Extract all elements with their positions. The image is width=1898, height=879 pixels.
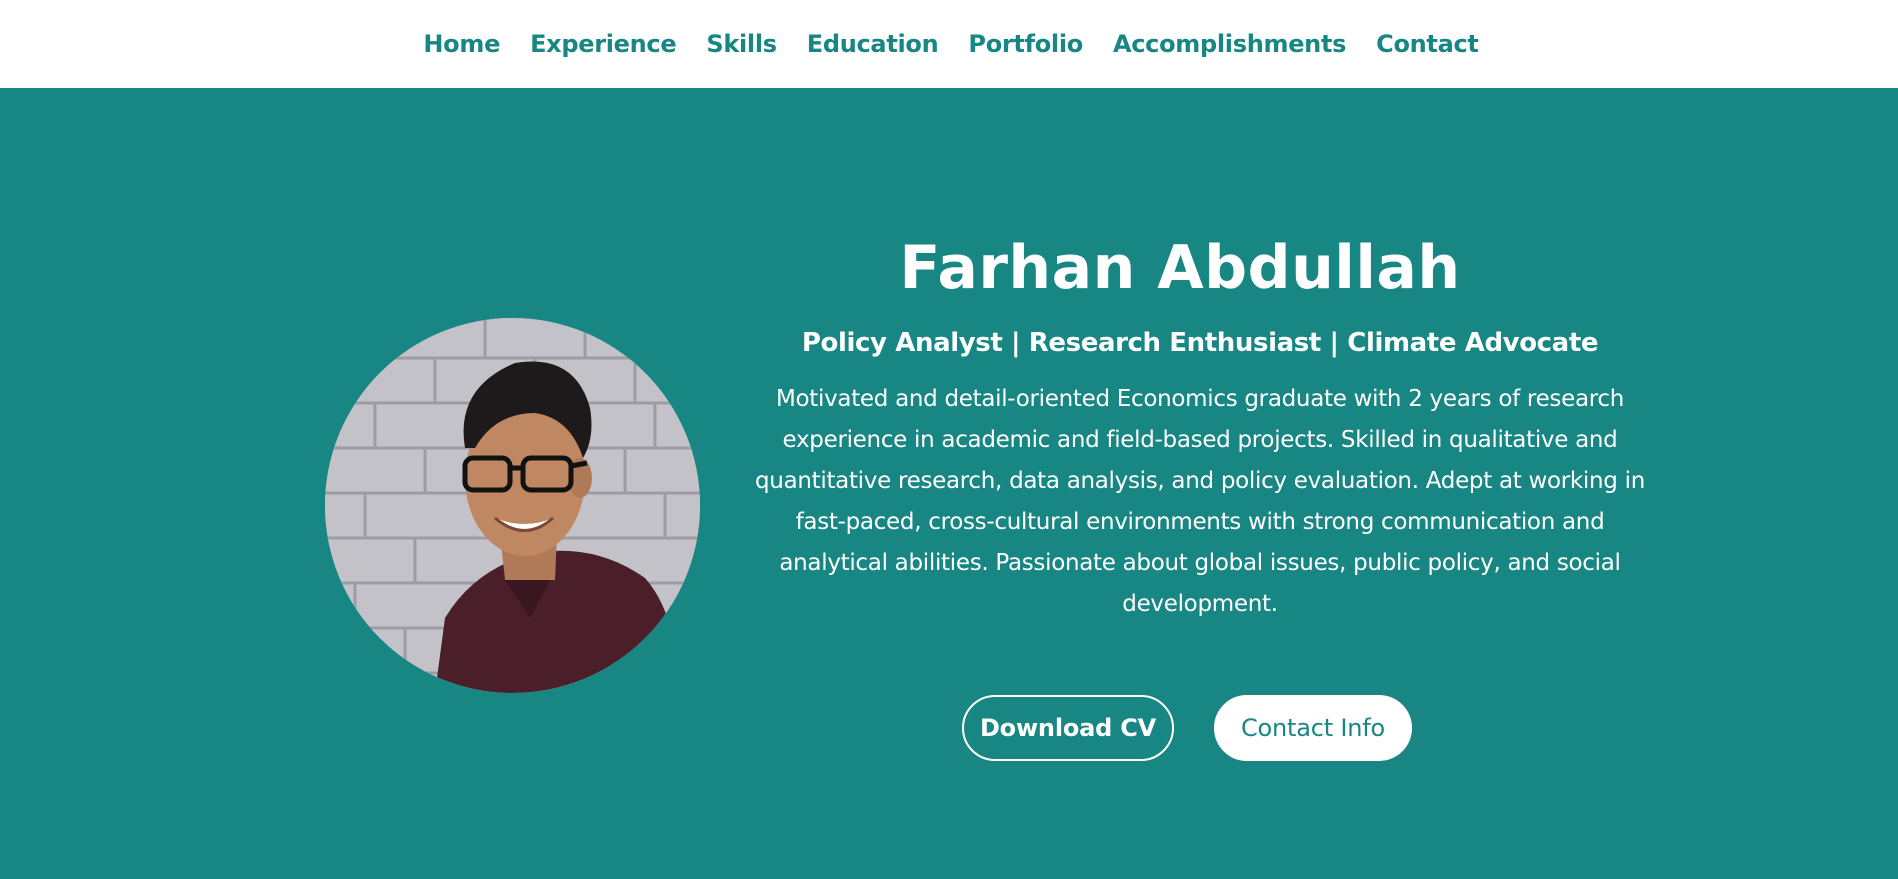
hero-text-block: Farhan Abdullah Policy Analyst | Researc…: [740, 238, 1660, 625]
download-cv-button[interactable]: Download CV: [962, 695, 1174, 761]
nav-link-accomplishments[interactable]: Accomplishments: [1113, 32, 1346, 56]
nav-link-home[interactable]: Home: [423, 32, 500, 56]
hero-buttons: Download CV Contact Info: [962, 695, 1412, 761]
profile-bio: Motivated and detail-oriented Economics …: [755, 386, 1645, 618]
nav-link-experience[interactable]: Experience: [530, 32, 677, 56]
profile-photo: [325, 318, 700, 693]
profile-name: Farhan Abdullah: [899, 233, 1461, 303]
hero-section: Farhan Abdullah Policy Analyst | Researc…: [0, 88, 1898, 879]
contact-info-button[interactable]: Contact Info: [1214, 695, 1412, 761]
top-navbar: Home Experience Skills Education Portfol…: [0, 0, 1898, 88]
nav-link-skills[interactable]: Skills: [706, 32, 777, 56]
nav-link-portfolio[interactable]: Portfolio: [968, 32, 1083, 56]
profile-tagline: Policy Analyst | Research Enthusiast | C…: [801, 328, 1599, 358]
nav-link-education[interactable]: Education: [807, 32, 939, 56]
nav-link-contact[interactable]: Contact: [1376, 32, 1479, 56]
